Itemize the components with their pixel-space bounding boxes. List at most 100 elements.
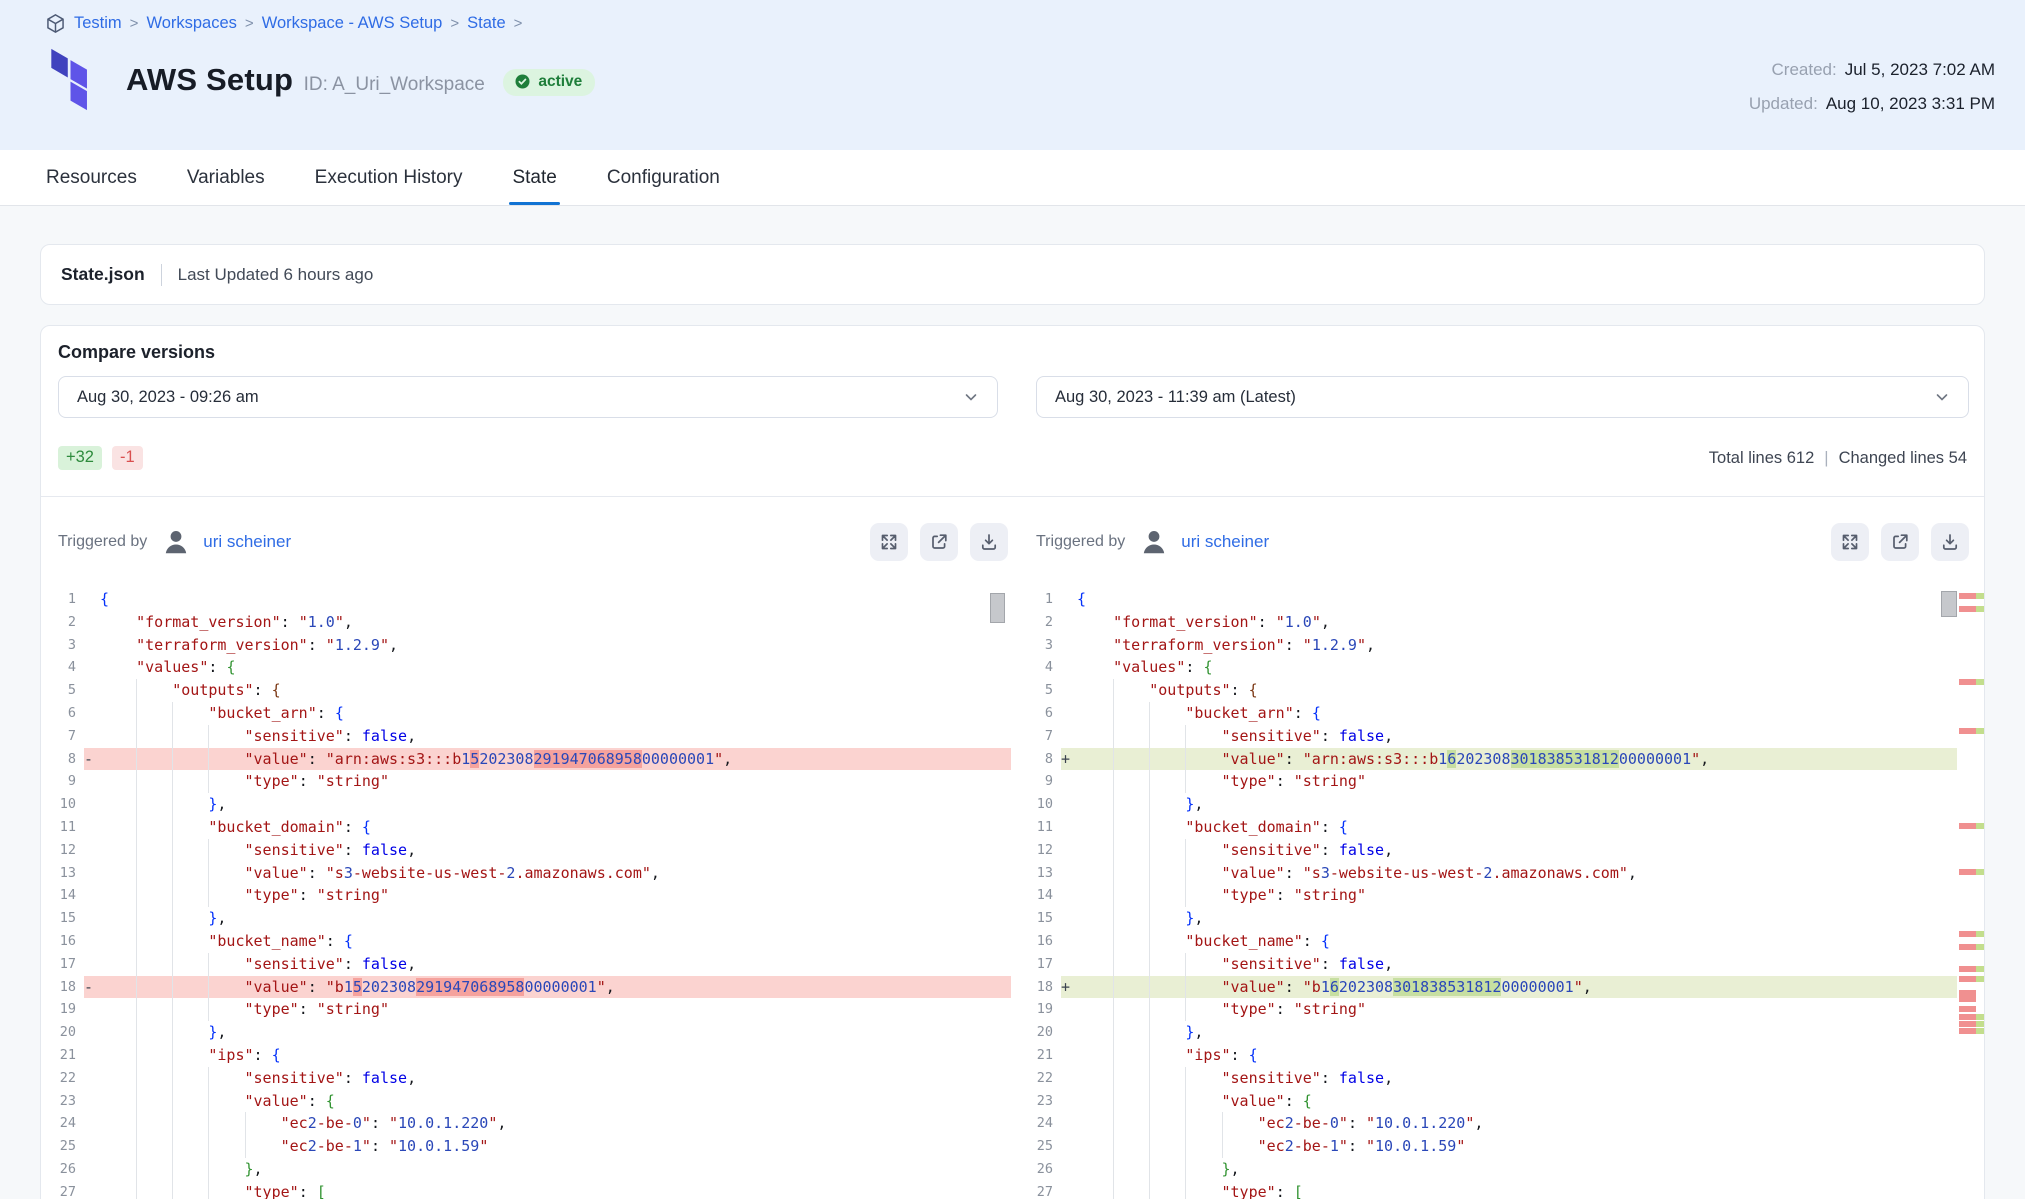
diff-sign <box>84 656 100 679</box>
expand-button[interactable] <box>870 523 908 561</box>
scrollbar-thumb[interactable] <box>1941 591 1957 617</box>
diff-sign <box>1061 816 1077 839</box>
open-external-button[interactable] <box>1881 523 1919 561</box>
download-button[interactable] <box>1931 523 1969 561</box>
line-number: 20 <box>46 1021 84 1044</box>
line-number: 13 <box>1023 862 1061 885</box>
code-line: 9 "type": "string" <box>46 770 1011 793</box>
diff-editor-modified[interactable]: 1{2 "format_version": "1.0",3 "terraform… <box>1023 588 1957 1199</box>
code-text: "outputs": { <box>100 679 1011 702</box>
diff-editor-original[interactable]: 1{2 "format_version": "1.0",3 "terraform… <box>46 588 1011 1199</box>
diff-sign <box>84 1021 100 1044</box>
line-number: 11 <box>46 816 84 839</box>
scrollbar-thumb[interactable] <box>990 593 1005 623</box>
line-number: 7 <box>1023 725 1061 748</box>
code-text: "bucket_domain": { <box>1077 816 1957 839</box>
line-totals: Total lines 612 | Changed lines 54 <box>1709 449 1967 468</box>
line-number: 19 <box>1023 998 1061 1021</box>
diff-sign <box>1061 588 1077 611</box>
triggered-by-user-link[interactable]: uri scheiner <box>203 532 291 552</box>
code-line: 2 "format_version": "1.0", <box>46 611 1011 634</box>
line-number: 2 <box>1023 611 1061 634</box>
code-line: 17 "sensitive": false, <box>1023 953 1957 976</box>
open-external-button[interactable] <box>920 523 958 561</box>
vertical-divider <box>161 264 162 286</box>
code-line: 21 "ips": { <box>46 1044 1011 1067</box>
line-number: 16 <box>46 930 84 953</box>
triggered-by-user-link[interactable]: uri scheiner <box>1181 532 1269 552</box>
breadcrumb-item-workspaces[interactable]: Workspaces <box>146 14 236 33</box>
breadcrumb-separator: > <box>450 15 459 32</box>
code-text: "ec2-be-0": "10.0.1.220", <box>1077 1112 1957 1135</box>
diff-sign <box>1061 862 1077 885</box>
line-number: 1 <box>46 588 84 611</box>
external-link-icon <box>1890 532 1910 552</box>
code-line: 4 "values": { <box>1023 656 1957 679</box>
code-text: "sensitive": false, <box>1077 1067 1957 1090</box>
external-link-icon <box>929 532 949 552</box>
state-file-bar: State.json Last Updated 6 hours ago <box>40 244 1985 305</box>
line-number: 10 <box>46 793 84 816</box>
diff-sign <box>1061 1158 1077 1181</box>
line-number: 24 <box>46 1112 84 1135</box>
line-number: 11 <box>1023 816 1061 839</box>
tab-bar: Resources Variables Execution History St… <box>0 150 2025 206</box>
line-number: 3 <box>1023 634 1061 657</box>
code-text: "type": "string" <box>1077 770 1957 793</box>
tab-execution-history[interactable]: Execution History <box>315 150 463 205</box>
code-text: "value": "b1620230830183853181200000001"… <box>1077 976 1957 999</box>
code-text: "values": { <box>1077 656 1957 679</box>
tab-state[interactable]: State <box>512 150 556 205</box>
diff-sign: - <box>84 748 100 771</box>
tab-resources[interactable]: Resources <box>46 150 137 205</box>
tab-configuration[interactable]: Configuration <box>607 150 720 205</box>
expand-icon <box>1840 532 1860 552</box>
line-number: 19 <box>46 998 84 1021</box>
code-line: 26 }, <box>46 1158 1011 1181</box>
version-select-left[interactable]: Aug 30, 2023 - 09:26 am <box>58 376 998 418</box>
version-select-right[interactable]: Aug 30, 2023 - 11:39 am (Latest) <box>1036 376 1969 418</box>
tab-variables[interactable]: Variables <box>187 150 265 205</box>
code-line: 11 "bucket_domain": { <box>46 816 1011 839</box>
line-number: 12 <box>1023 839 1061 862</box>
line-number: 4 <box>1023 656 1061 679</box>
code-line: 25 "ec2-be-1": "10.0.1.59" <box>1023 1135 1957 1158</box>
code-line: 2 "format_version": "1.0", <box>1023 611 1957 634</box>
code-text: "bucket_name": { <box>100 930 1011 953</box>
code-text: "type": "string" <box>1077 884 1957 907</box>
line-number: 15 <box>46 907 84 930</box>
diff-sign: - <box>84 976 100 999</box>
diff-overview-ruler[interactable] <box>1959 588 1985 1199</box>
left-panel-header: Triggered by uri scheiner <box>58 502 1008 582</box>
breadcrumb-item-workspace-aws-setup[interactable]: Workspace - AWS Setup <box>262 14 443 33</box>
code-text: "values": { <box>100 656 1011 679</box>
breadcrumb-item-testim[interactable]: Testim <box>74 14 122 33</box>
code-text: "ec2-be-1": "10.0.1.59" <box>100 1135 1011 1158</box>
line-number: 9 <box>1023 770 1061 793</box>
line-number: 18 <box>46 976 84 999</box>
line-number: 8 <box>1023 748 1061 771</box>
terraform-logo <box>48 48 104 112</box>
line-number: 27 <box>46 1181 84 1199</box>
line-number: 21 <box>1023 1044 1061 1067</box>
diff-sign <box>1061 634 1077 657</box>
breadcrumb-item-state[interactable]: State <box>467 14 506 33</box>
code-line: 15 }, <box>46 907 1011 930</box>
created-value: Jul 5, 2023 7:02 AM <box>1845 60 1995 79</box>
line-number: 22 <box>1023 1067 1061 1090</box>
diff-sign <box>1061 1090 1077 1113</box>
totals-divider: | <box>1824 449 1828 468</box>
code-line: 13 "value": "s3-website-us-west-2.amazon… <box>1023 862 1957 885</box>
diff-sign <box>1061 884 1077 907</box>
expand-button[interactable] <box>1831 523 1869 561</box>
updated-value: Aug 10, 2023 3:31 PM <box>1826 94 1995 113</box>
diff-sign <box>84 1090 100 1113</box>
code-line: 17 "sensitive": false, <box>46 953 1011 976</box>
code-line: 21 "ips": { <box>1023 1044 1957 1067</box>
code-line: 22 "sensitive": false, <box>1023 1067 1957 1090</box>
download-button[interactable] <box>970 523 1008 561</box>
line-number: 26 <box>1023 1158 1061 1181</box>
code-line: 9 "type": "string" <box>1023 770 1957 793</box>
code-line: 10 }, <box>1023 793 1957 816</box>
line-number: 16 <box>1023 930 1061 953</box>
